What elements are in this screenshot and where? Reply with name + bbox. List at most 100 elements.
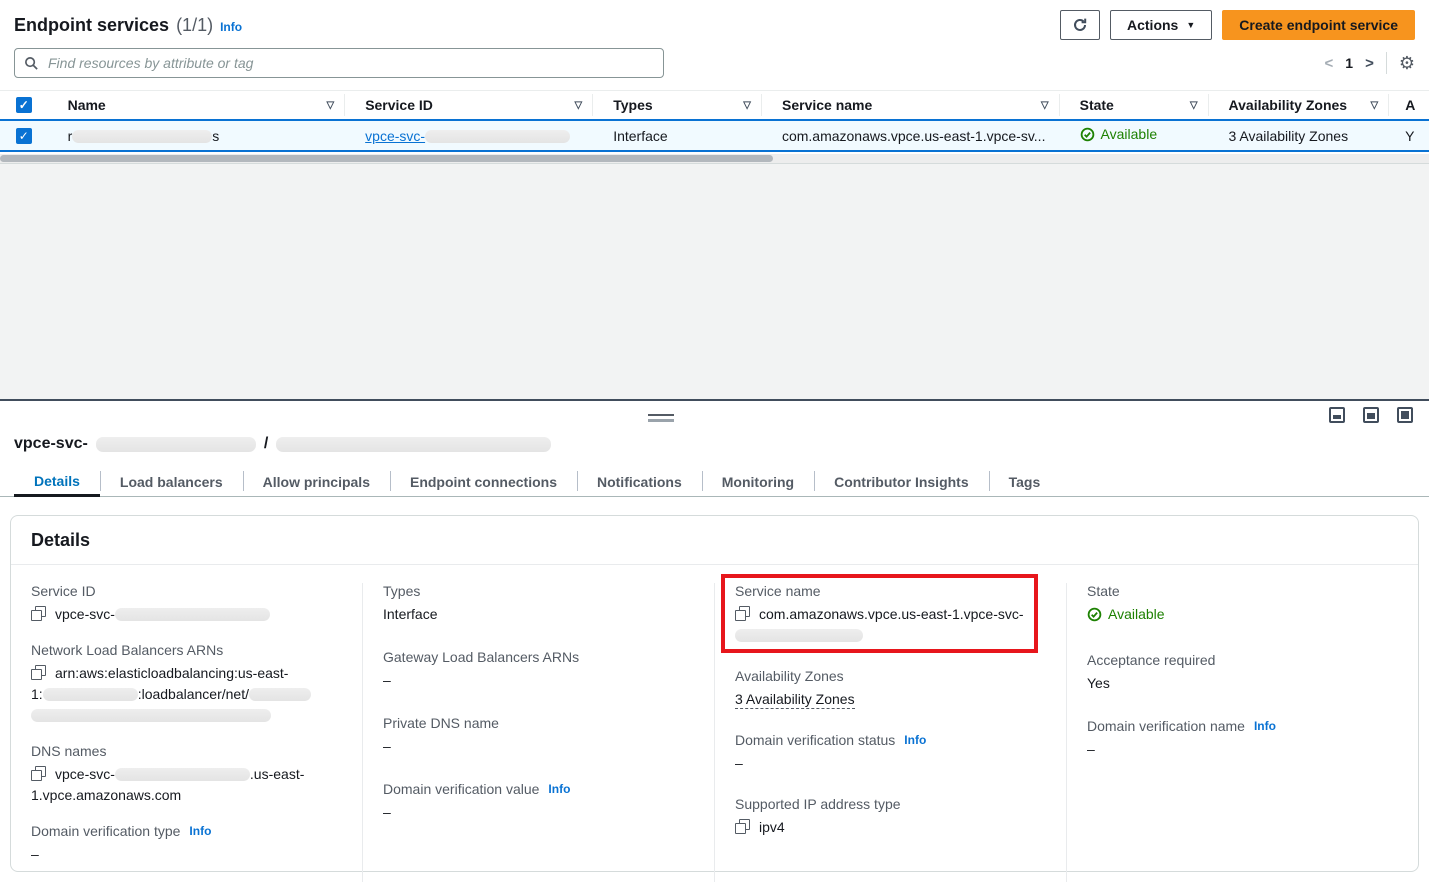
details-column-2: Types Interface Gateway Load Balancers A… xyxy=(362,583,714,882)
details-heading: Details xyxy=(11,516,1418,565)
empty-value: – xyxy=(383,802,694,823)
empty-value: – xyxy=(1087,739,1398,760)
panel-title-prefix: vpce-svc- xyxy=(14,435,88,453)
field-private-dns-name: Private DNS name – xyxy=(383,715,694,757)
info-link[interactable]: Info xyxy=(1254,719,1276,733)
types-value: Interface xyxy=(383,604,694,625)
panel-maximize-icon[interactable] xyxy=(1397,407,1413,423)
tab-details[interactable]: Details xyxy=(14,467,100,497)
create-endpoint-service-button[interactable]: Create endpoint service xyxy=(1222,10,1415,40)
page-number[interactable]: 1 xyxy=(1345,55,1353,71)
service-id-prefix: vpce-svc- xyxy=(365,128,425,144)
field-label: Service ID xyxy=(31,583,342,599)
copy-icon[interactable] xyxy=(31,766,46,781)
refresh-button[interactable] xyxy=(1060,10,1100,40)
chevron-down-icon: ▼ xyxy=(1186,20,1195,30)
field-types: Types Interface xyxy=(383,583,694,625)
tab-endpoint-connections[interactable]: Endpoint connections xyxy=(390,467,577,496)
title-info-link[interactable]: Info xyxy=(220,20,242,34)
field-availability-zones: Availability Zones 3 Availability Zones xyxy=(735,668,1046,710)
tab-load-balancers[interactable]: Load balancers xyxy=(100,467,243,496)
field-label: Types xyxy=(383,583,694,599)
copy-icon[interactable] xyxy=(735,819,750,834)
column-header-service-id[interactable]: Service ID ▽ xyxy=(345,94,593,116)
filter-bar: < 1 > ⚙ xyxy=(0,48,1429,78)
resource-count: (1/1) xyxy=(176,15,213,36)
column-header-types[interactable]: Types ▽ xyxy=(593,94,762,116)
column-label: Service ID xyxy=(365,97,433,113)
field-domain-verification-value: Domain verification value Info – xyxy=(383,781,694,823)
tab-bar: Details Load balancers Allow principals … xyxy=(0,467,1429,497)
field-label: Private DNS name xyxy=(383,715,694,731)
previous-page-icon[interactable]: < xyxy=(1325,55,1334,72)
panel-position-bottom-icon[interactable] xyxy=(1329,407,1345,423)
service-id-link[interactable]: vpce-svc- xyxy=(365,128,570,144)
filter-icon[interactable]: ▽ xyxy=(1190,100,1198,111)
filter-icon[interactable]: ▽ xyxy=(1371,100,1379,111)
column-label: Service name xyxy=(782,97,872,113)
cell-types: Interface xyxy=(593,128,762,144)
search-box[interactable] xyxy=(14,48,664,78)
redacted-text xyxy=(43,688,138,701)
dns-value: vpce-svc- xyxy=(55,766,115,782)
field-label: Domain verification name xyxy=(1087,718,1245,734)
column-header-availability-zones[interactable]: Availability Zones ▽ xyxy=(1209,94,1390,116)
redacted-text xyxy=(96,437,256,452)
filter-icon[interactable]: ▽ xyxy=(743,100,751,111)
table-row[interactable]: ✓ rs vpce-svc- Interface com.amazonaws.v… xyxy=(0,119,1429,152)
next-page-icon[interactable]: > xyxy=(1365,55,1374,72)
create-endpoint-service-label: Create endpoint service xyxy=(1239,17,1398,33)
tab-contributor-insights[interactable]: Contributor Insights xyxy=(814,467,989,496)
availability-zones-link[interactable]: 3 Availability Zones xyxy=(735,691,855,709)
tab-allow-principals[interactable]: Allow principals xyxy=(243,467,390,496)
name-fragment: s xyxy=(212,128,219,144)
column-header-state[interactable]: State ▽ xyxy=(1060,94,1209,116)
field-service-name: Service name com.amazonaws.vpce.us-east-… xyxy=(735,583,1046,646)
filter-icon[interactable]: ▽ xyxy=(1041,100,1049,111)
info-link[interactable]: Info xyxy=(548,782,570,796)
redacted-text xyxy=(115,608,270,621)
field-label: Network Load Balancers ARNs xyxy=(31,642,342,658)
tab-monitoring[interactable]: Monitoring xyxy=(702,467,814,496)
redacted-text xyxy=(115,768,250,781)
field-label: Acceptance required xyxy=(1087,652,1398,668)
search-input[interactable] xyxy=(46,54,654,72)
split-panel: vpce-svc- / Details Load balancers Allow… xyxy=(0,399,1429,890)
copy-icon[interactable] xyxy=(31,606,46,621)
field-label: Domain verification status xyxy=(735,732,895,748)
cell-service-id: vpce-svc- xyxy=(345,128,593,144)
panel-position-side-icon[interactable] xyxy=(1363,407,1379,423)
empty-value: – xyxy=(31,844,342,865)
gear-icon[interactable]: ⚙ xyxy=(1399,54,1415,72)
copy-icon[interactable] xyxy=(735,606,750,621)
nlb-arn-line2: 1: xyxy=(31,686,43,702)
empty-value: – xyxy=(735,753,1046,774)
filter-icon[interactable]: ▽ xyxy=(326,100,334,111)
cell-service-name: com.amazonaws.vpce.us-east-1.vpce-sv... xyxy=(762,128,1060,144)
redacted-text xyxy=(276,437,551,452)
nlb-arn-line2: :loadbalancer/net/ xyxy=(138,686,249,702)
field-service-id: Service ID vpce-svc- xyxy=(31,583,342,625)
column-header-name[interactable]: Name ▽ xyxy=(48,94,346,116)
field-domain-verification-name: Domain verification name Info – xyxy=(1087,718,1398,760)
pagination: < 1 > ⚙ xyxy=(1325,52,1415,74)
actions-button[interactable]: Actions ▼ xyxy=(1110,10,1212,40)
column-header-service-name[interactable]: Service name ▽ xyxy=(762,94,1060,116)
panel-drag-handle[interactable] xyxy=(648,414,674,422)
horizontal-scrollbar[interactable] xyxy=(0,154,1429,163)
info-link[interactable]: Info xyxy=(904,733,926,747)
column-header-acceptance[interactable]: A xyxy=(1389,94,1429,116)
filter-icon[interactable]: ▽ xyxy=(575,100,583,111)
tab-tags[interactable]: Tags xyxy=(989,467,1061,496)
row-checkbox[interactable]: ✓ xyxy=(16,128,32,144)
availability-zones-link[interactable]: 3 Availability Zones xyxy=(1228,128,1348,144)
select-all-checkbox[interactable]: ✓ xyxy=(16,97,32,113)
scrollbar-thumb[interactable] xyxy=(0,155,773,162)
column-label: Name xyxy=(68,97,106,113)
info-link[interactable]: Info xyxy=(189,824,211,838)
background-area xyxy=(0,163,1429,399)
copy-icon[interactable] xyxy=(31,665,46,680)
field-label: Availability Zones xyxy=(735,668,1046,684)
tab-notifications[interactable]: Notifications xyxy=(577,467,702,496)
empty-value: – xyxy=(383,736,694,757)
